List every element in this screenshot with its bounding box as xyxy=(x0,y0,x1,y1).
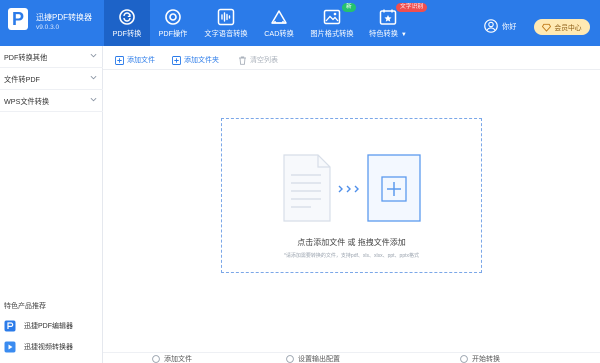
step-output-config: 设置输出配置 xyxy=(286,355,340,363)
step-start-convert: 开始转换 xyxy=(460,355,500,363)
app-logo: P xyxy=(8,8,28,30)
drop-illustration-icon xyxy=(283,154,421,222)
sidebar: PDF转换其他 文件转PDF WPS文件转换 特色产品推荐 迅捷PDF编辑器 迅… xyxy=(0,46,103,363)
step-add-file: 添加文件 xyxy=(152,355,192,363)
nav-pdf-convert[interactable]: PDF转换 xyxy=(104,0,150,46)
toolbar-divider xyxy=(103,69,600,70)
video-converter-icon xyxy=(4,341,16,353)
sidebar-item-label: 文件转PDF xyxy=(4,75,40,84)
ocr-badge: 文字识别 xyxy=(396,3,428,12)
nav-label: PDF操作 xyxy=(158,29,188,38)
title-bar: P 迅捷PDF转换器 v9.0.3.0 PDF转换 PDF操作 文字语音转换 C xyxy=(0,0,600,46)
step-add-file-label: 添加文件 xyxy=(164,356,192,363)
vip-center-button[interactable]: 会员中心 xyxy=(534,19,590,35)
step-three-icon xyxy=(460,355,468,363)
app-name: 迅捷PDF转换器 xyxy=(36,13,92,22)
nav-label: 图片格式转换 xyxy=(310,29,354,38)
chevron-down-icon: ▼ xyxy=(400,32,407,38)
nav-label-text: 特色转换 xyxy=(369,29,398,38)
chevron-down-icon xyxy=(90,53,97,58)
target-icon xyxy=(165,9,181,25)
nav-cad-convert[interactable]: CAD转换 xyxy=(257,0,301,46)
add-file-icon xyxy=(115,55,124,65)
add-file-button[interactable]: 添加文件 xyxy=(115,54,155,66)
nav-text-speech[interactable]: 文字语音转换 xyxy=(199,0,253,46)
clear-list-label: 清空列表 xyxy=(250,57,278,64)
nav-label: PDF转换 xyxy=(112,29,142,38)
diamond-icon xyxy=(542,23,552,32)
nav-pdf-operation[interactable]: PDF操作 xyxy=(150,0,196,46)
calendar-star-icon xyxy=(379,9,397,25)
nav-label: 文字语音转换 xyxy=(204,29,248,38)
waveform-icon xyxy=(217,8,235,26)
product-pdf-editor[interactable]: 迅捷PDF编辑器 xyxy=(4,318,73,334)
new-badge: 新 xyxy=(342,3,356,12)
nav-label: CAD转换 xyxy=(264,29,294,38)
add-folder-label: 添加文件夹 xyxy=(184,57,219,64)
products-title: 特色产品推荐 xyxy=(4,303,46,310)
image-icon xyxy=(323,9,341,25)
product-label: 迅捷PDF编辑器 xyxy=(24,323,73,330)
add-file-label: 添加文件 xyxy=(127,57,155,64)
sidebar-item-pdf-to-other[interactable]: PDF转换其他 xyxy=(0,46,103,68)
sidebar-item-file-to-pdf[interactable]: 文件转PDF xyxy=(0,68,103,90)
add-folder-button[interactable]: 添加文件夹 xyxy=(172,54,219,66)
user-greeting[interactable]: 你好 xyxy=(502,22,516,32)
add-folder-icon xyxy=(172,55,181,65)
step-start-convert-label: 开始转换 xyxy=(472,356,500,363)
app-version: v9.0.3.0 xyxy=(36,24,60,31)
product-label: 迅捷视频转换器 xyxy=(24,344,73,351)
user-icon[interactable] xyxy=(484,19,498,33)
sync-icon xyxy=(119,9,135,25)
clear-list-button[interactable]: 清空列表 xyxy=(238,54,278,66)
vip-center-label: 会员中心 xyxy=(554,25,582,32)
step-two-icon xyxy=(286,355,294,363)
app-logo-letter: P xyxy=(11,9,24,29)
step-one-icon xyxy=(152,355,160,363)
drafting-icon xyxy=(271,10,287,24)
sidebar-item-label: WPS文件转换 xyxy=(4,97,50,106)
file-drop-zone[interactable]: 点击添加文件 或 拖拽文件添加 *请添加需要转换的文件，支持pdf、xls、xl… xyxy=(221,118,482,273)
drop-zone-hint: *请添加需要转换的文件，支持pdf、xls、xlsx、ppt、pptx格式 xyxy=(283,253,420,259)
chevron-down-icon xyxy=(90,97,97,102)
sidebar-item-wps-convert[interactable]: WPS文件转换 xyxy=(0,90,103,112)
nav-label: 特色转换 ▼ xyxy=(369,29,407,39)
trash-icon xyxy=(239,56,246,65)
step-output-config-label: 设置输出配置 xyxy=(298,356,340,363)
pdf-editor-icon xyxy=(4,320,16,332)
drop-zone-title: 点击添加文件 或 拖拽文件添加 xyxy=(297,238,406,247)
chevron-down-icon xyxy=(90,75,97,80)
sidebar-item-label: PDF转换其他 xyxy=(4,53,48,62)
product-video-converter[interactable]: 迅捷视频转换器 xyxy=(4,339,73,355)
